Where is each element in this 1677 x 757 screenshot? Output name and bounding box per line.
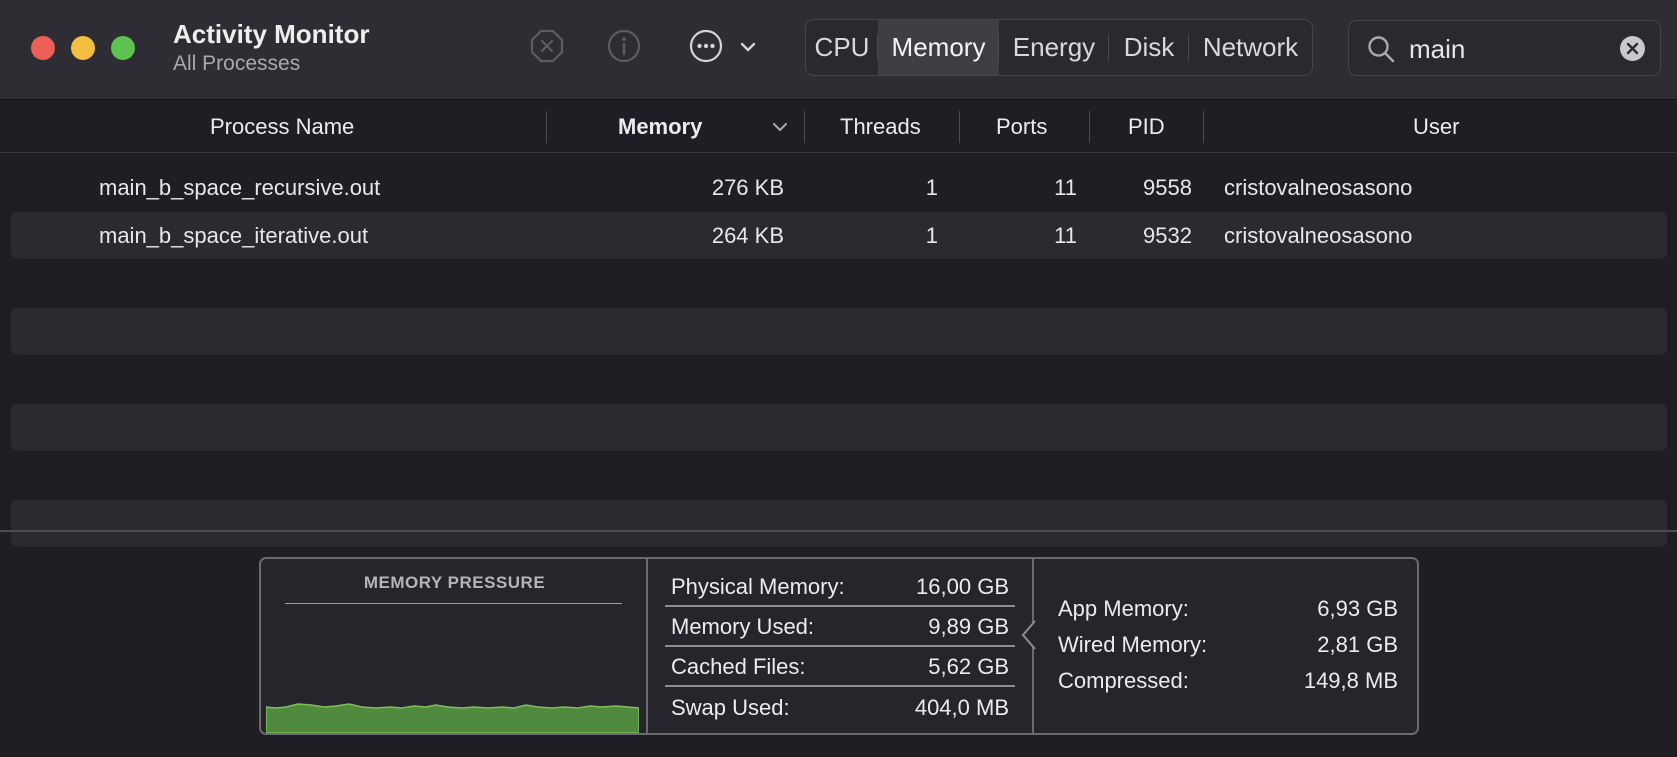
process-threads: 1 xyxy=(925,174,938,200)
chevron-down-icon[interactable] xyxy=(737,36,759,58)
wired-memory-row: Wired Memory: 2,81 GB xyxy=(1058,627,1398,663)
cached-files-row: Cached Files: 5,62 GB xyxy=(665,649,1015,687)
process-pid: 9532 xyxy=(1143,222,1192,248)
process-user: cristovalneosasono xyxy=(1224,174,1413,200)
memory-breakdown-section: App Memory: 6,93 GB Wired Memory: 2,81 G… xyxy=(1036,559,1417,733)
compressed-value: 149,8 MB xyxy=(1303,668,1398,693)
app-memory-value: 6,93 GB xyxy=(1317,596,1398,621)
app-memory-label: App Memory: xyxy=(1058,596,1189,621)
table-resize-divider[interactable] xyxy=(0,530,1677,532)
zoom-window-button[interactable] xyxy=(111,36,135,60)
column-header-pid[interactable]: PID xyxy=(1128,101,1165,153)
process-threads: 1 xyxy=(925,222,938,248)
window-subtitle[interactable]: All Processes xyxy=(173,52,300,76)
search-input[interactable] xyxy=(1409,29,1609,69)
tab-energy[interactable]: Energy xyxy=(999,20,1109,75)
wired-memory-label: Wired Memory: xyxy=(1058,632,1208,657)
compressed-label: Compressed: xyxy=(1058,668,1189,693)
process-table: main_b_space_recursive.out 276 KB 1 11 9… xyxy=(0,164,1677,547)
swap-used-row: Swap Used: 404,0 MB xyxy=(665,689,1015,727)
column-header-process-name[interactable]: Process Name xyxy=(210,101,354,153)
minimize-window-button[interactable] xyxy=(71,36,95,60)
swap-used-label: Swap Used: xyxy=(671,695,790,720)
column-header-ports[interactable]: Ports xyxy=(996,101,1047,153)
process-memory: 276 KB xyxy=(711,174,784,200)
window-title: Activity Monitor xyxy=(173,19,370,49)
search-icon xyxy=(1366,34,1396,64)
cached-files-label: Cached Files: xyxy=(671,654,806,679)
physical-memory-row: Physical Memory: 16,00 GB xyxy=(665,569,1015,607)
table-header: Process Name Memory Threads Ports PID Us… xyxy=(0,101,1677,153)
memory-used-label: Memory Used: xyxy=(671,614,815,639)
column-divider[interactable] xyxy=(1089,111,1090,143)
search-field[interactable] xyxy=(1348,20,1661,76)
clear-search-icon[interactable] xyxy=(1619,35,1646,62)
empty-table-row xyxy=(11,260,1667,307)
column-divider[interactable] xyxy=(546,111,547,143)
app-memory-row: App Memory: 6,93 GB xyxy=(1058,591,1398,627)
empty-table-row xyxy=(11,404,1667,451)
process-ports: 11 xyxy=(1054,222,1077,248)
toolbar: Activity Monitor All Processes CPU Memor… xyxy=(0,0,1677,100)
column-divider[interactable] xyxy=(804,111,805,143)
memory-pressure-section: MEMORY PRESSURE xyxy=(261,559,648,733)
empty-table-row xyxy=(11,452,1667,499)
memory-usage-section: Physical Memory: 16,00 GB Memory Used: 9… xyxy=(650,559,1034,733)
table-row[interactable]: main_b_space_iterative.out 264 KB 1 11 9… xyxy=(11,212,1667,259)
process-memory: 264 KB xyxy=(711,222,784,248)
stop-process-icon[interactable] xyxy=(529,28,565,64)
tab-cpu[interactable]: CPU xyxy=(806,20,878,75)
process-pid: 9558 xyxy=(1143,174,1192,200)
empty-table-row xyxy=(11,500,1667,547)
physical-memory-value: 16,00 GB xyxy=(916,574,1009,599)
table-row[interactable]: main_b_space_recursive.out 276 KB 1 11 9… xyxy=(11,164,1667,211)
empty-table-row xyxy=(11,356,1667,403)
physical-memory-label: Physical Memory: xyxy=(671,574,845,599)
cached-files-value: 5,62 GB xyxy=(928,654,1009,679)
tab-network[interactable]: Network xyxy=(1189,20,1312,75)
swap-used-value: 404,0 MB xyxy=(914,695,1009,720)
memory-pressure-graph xyxy=(266,703,639,733)
process-name: main_b_space_recursive.out xyxy=(99,174,381,200)
process-user: cristovalneosasono xyxy=(1224,222,1413,248)
process-name: main_b_space_iterative.out xyxy=(99,222,369,248)
view-tab-bar: CPU Memory Energy Disk Network xyxy=(805,19,1313,76)
column-header-memory[interactable]: Memory xyxy=(618,101,702,153)
process-ports: 11 xyxy=(1054,174,1077,200)
memory-pressure-area xyxy=(266,703,639,733)
column-divider[interactable] xyxy=(959,111,960,143)
wired-memory-value: 2,81 GB xyxy=(1317,632,1398,657)
tab-memory[interactable]: Memory xyxy=(878,20,999,75)
compressed-row: Compressed: 149,8 MB xyxy=(1058,663,1398,699)
column-header-threads[interactable]: Threads xyxy=(840,101,921,153)
tab-disk[interactable]: Disk xyxy=(1109,20,1189,75)
close-window-button[interactable] xyxy=(31,36,55,60)
memory-used-value: 9,89 GB xyxy=(928,614,1009,639)
memory-used-row: Memory Used: 9,89 GB xyxy=(665,609,1015,647)
info-icon[interactable] xyxy=(606,28,642,64)
column-header-user[interactable]: User xyxy=(1413,101,1459,153)
memory-stats-panel: MEMORY PRESSURE Physical Memory: 16,00 G… xyxy=(259,557,1419,735)
column-divider[interactable] xyxy=(1203,111,1204,143)
sort-descending-icon[interactable] xyxy=(771,118,789,136)
empty-table-row xyxy=(11,308,1667,355)
more-icon[interactable] xyxy=(688,28,724,64)
